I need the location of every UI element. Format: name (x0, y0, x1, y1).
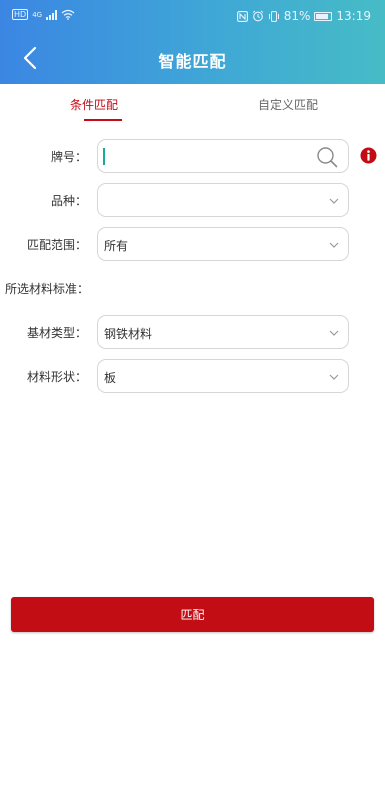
alarm-icon (252, 10, 264, 22)
tab-bar: 条件匹配 自定义匹配 (0, 84, 385, 124)
match-button-label: 匹配 (180, 608, 205, 622)
search-icon[interactable] (316, 146, 338, 168)
variety-row: 品种： (0, 183, 385, 217)
hd-badge: HD (12, 9, 29, 20)
selected-standard-row: 所选材料标准： (0, 271, 385, 305)
base-material-type-row: 基材类型： 钢铁材料 (0, 315, 385, 349)
tab-condition-match[interactable]: 条件匹配 (70, 96, 118, 113)
status-bar: HD 4G 81% 13:19 (0, 0, 385, 32)
text-caret (103, 148, 105, 165)
match-button[interactable]: 匹配 (11, 597, 374, 632)
selected-standard-label: 所选材料标准： (5, 282, 90, 296)
chevron-down-icon (329, 198, 339, 204)
network-type: 4G (32, 10, 43, 19)
vibrate-icon (268, 10, 279, 22)
variety-select[interactable] (97, 183, 349, 217)
base-material-type-label: 基材类型： (26, 326, 87, 340)
app-header: HD 4G 81% 13:19 智能匹配 (0, 0, 385, 84)
match-range-select[interactable]: 所有 (97, 227, 349, 261)
grade-label: 牌号： (50, 150, 87, 164)
material-shape-value: 板 (104, 371, 117, 385)
battery-icon (314, 11, 333, 21)
base-material-type-select[interactable]: 钢铁材料 (97, 315, 349, 349)
material-shape-select[interactable]: 板 (97, 359, 349, 393)
clock: 13:19 (336, 9, 371, 23)
variety-label: 品种： (50, 194, 87, 208)
material-shape-label: 材料形状： (26, 370, 87, 384)
match-range-label: 匹配范围： (26, 238, 87, 252)
material-shape-row: 材料形状： 板 (0, 359, 385, 393)
match-range-row: 匹配范围： 所有 (0, 227, 385, 261)
battery-percent: 81% (283, 9, 311, 23)
tab-custom-match[interactable]: 自定义匹配 (258, 96, 318, 113)
match-range-value: 所有 (104, 239, 129, 253)
signal-icon (46, 9, 58, 20)
page-title: 智能匹配 (158, 52, 227, 71)
grade-row: 牌号： (0, 139, 385, 173)
chevron-down-icon (329, 242, 339, 248)
wifi-icon (61, 9, 75, 20)
info-icon[interactable] (360, 147, 377, 164)
chevron-down-icon (329, 374, 339, 380)
chevron-down-icon (329, 330, 339, 336)
nfc-icon (236, 10, 248, 22)
base-material-type-value: 钢铁材料 (104, 327, 153, 341)
active-tab-indicator (84, 119, 122, 121)
grade-input[interactable] (97, 139, 349, 173)
